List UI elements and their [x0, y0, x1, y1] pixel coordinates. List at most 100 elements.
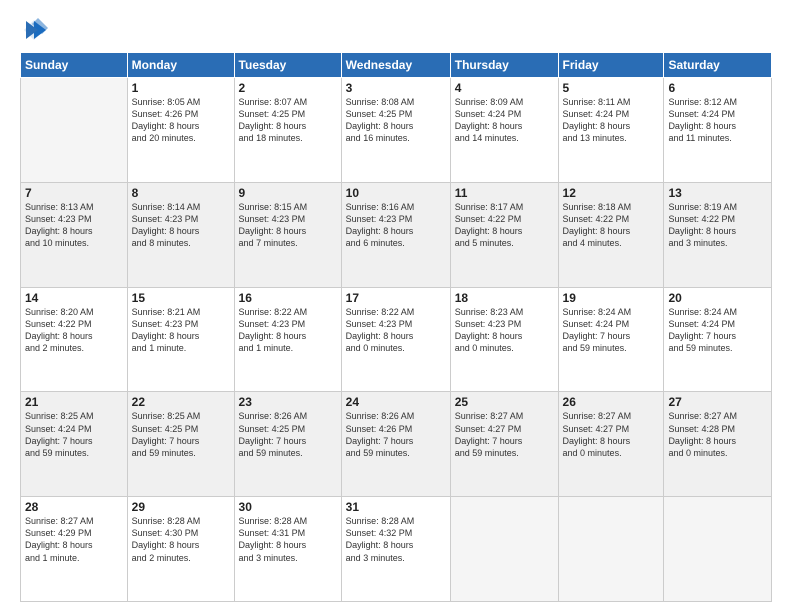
header: [20, 16, 772, 44]
calendar-cell: 13Sunrise: 8:19 AMSunset: 4:22 PMDayligh…: [664, 182, 772, 287]
day-number: 8: [132, 186, 230, 200]
week-row-1: 1Sunrise: 8:05 AMSunset: 4:26 PMDaylight…: [21, 78, 772, 183]
day-number: 23: [239, 395, 337, 409]
day-info: Sunrise: 8:23 AMSunset: 4:23 PMDaylight:…: [455, 306, 554, 355]
calendar-cell: 20Sunrise: 8:24 AMSunset: 4:24 PMDayligh…: [664, 287, 772, 392]
calendar-cell: 21Sunrise: 8:25 AMSunset: 4:24 PMDayligh…: [21, 392, 128, 497]
day-info: Sunrise: 8:24 AMSunset: 4:24 PMDaylight:…: [668, 306, 767, 355]
day-number: 16: [239, 291, 337, 305]
calendar-cell: 16Sunrise: 8:22 AMSunset: 4:23 PMDayligh…: [234, 287, 341, 392]
weekday-tuesday: Tuesday: [234, 53, 341, 78]
day-number: 6: [668, 81, 767, 95]
day-info: Sunrise: 8:27 AMSunset: 4:29 PMDaylight:…: [25, 515, 123, 564]
day-number: 28: [25, 500, 123, 514]
day-number: 29: [132, 500, 230, 514]
day-info: Sunrise: 8:28 AMSunset: 4:30 PMDaylight:…: [132, 515, 230, 564]
day-number: 2: [239, 81, 337, 95]
calendar-cell: [664, 497, 772, 602]
calendar-cell: 14Sunrise: 8:20 AMSunset: 4:22 PMDayligh…: [21, 287, 128, 392]
day-info: Sunrise: 8:22 AMSunset: 4:23 PMDaylight:…: [346, 306, 446, 355]
day-number: 13: [668, 186, 767, 200]
logo-icon: [20, 16, 48, 44]
day-info: Sunrise: 8:08 AMSunset: 4:25 PMDaylight:…: [346, 96, 446, 145]
calendar-cell: 29Sunrise: 8:28 AMSunset: 4:30 PMDayligh…: [127, 497, 234, 602]
day-number: 10: [346, 186, 446, 200]
calendar-cell: 5Sunrise: 8:11 AMSunset: 4:24 PMDaylight…: [558, 78, 664, 183]
week-row-3: 14Sunrise: 8:20 AMSunset: 4:22 PMDayligh…: [21, 287, 772, 392]
day-number: 22: [132, 395, 230, 409]
day-number: 5: [563, 81, 660, 95]
calendar-cell: 7Sunrise: 8:13 AMSunset: 4:23 PMDaylight…: [21, 182, 128, 287]
calendar-cell: [450, 497, 558, 602]
day-number: 26: [563, 395, 660, 409]
day-info: Sunrise: 8:19 AMSunset: 4:22 PMDaylight:…: [668, 201, 767, 250]
calendar-cell: 15Sunrise: 8:21 AMSunset: 4:23 PMDayligh…: [127, 287, 234, 392]
weekday-header: SundayMondayTuesdayWednesdayThursdayFrid…: [21, 53, 772, 78]
day-number: 11: [455, 186, 554, 200]
day-info: Sunrise: 8:26 AMSunset: 4:25 PMDaylight:…: [239, 410, 337, 459]
calendar-cell: 6Sunrise: 8:12 AMSunset: 4:24 PMDaylight…: [664, 78, 772, 183]
day-info: Sunrise: 8:11 AMSunset: 4:24 PMDaylight:…: [563, 96, 660, 145]
calendar-cell: 2Sunrise: 8:07 AMSunset: 4:25 PMDaylight…: [234, 78, 341, 183]
day-number: 18: [455, 291, 554, 305]
day-info: Sunrise: 8:14 AMSunset: 4:23 PMDaylight:…: [132, 201, 230, 250]
calendar-cell: 1Sunrise: 8:05 AMSunset: 4:26 PMDaylight…: [127, 78, 234, 183]
weekday-thursday: Thursday: [450, 53, 558, 78]
day-info: Sunrise: 8:26 AMSunset: 4:26 PMDaylight:…: [346, 410, 446, 459]
day-number: 30: [239, 500, 337, 514]
day-number: 3: [346, 81, 446, 95]
day-info: Sunrise: 8:20 AMSunset: 4:22 PMDaylight:…: [25, 306, 123, 355]
day-info: Sunrise: 8:05 AMSunset: 4:26 PMDaylight:…: [132, 96, 230, 145]
day-info: Sunrise: 8:27 AMSunset: 4:27 PMDaylight:…: [455, 410, 554, 459]
calendar-cell: 25Sunrise: 8:27 AMSunset: 4:27 PMDayligh…: [450, 392, 558, 497]
calendar-cell: 11Sunrise: 8:17 AMSunset: 4:22 PMDayligh…: [450, 182, 558, 287]
day-info: Sunrise: 8:09 AMSunset: 4:24 PMDaylight:…: [455, 96, 554, 145]
day-number: 17: [346, 291, 446, 305]
calendar-cell: 26Sunrise: 8:27 AMSunset: 4:27 PMDayligh…: [558, 392, 664, 497]
weekday-monday: Monday: [127, 53, 234, 78]
calendar-cell: [21, 78, 128, 183]
day-number: 21: [25, 395, 123, 409]
day-number: 14: [25, 291, 123, 305]
day-info: Sunrise: 8:28 AMSunset: 4:31 PMDaylight:…: [239, 515, 337, 564]
week-row-5: 28Sunrise: 8:27 AMSunset: 4:29 PMDayligh…: [21, 497, 772, 602]
day-number: 9: [239, 186, 337, 200]
day-info: Sunrise: 8:28 AMSunset: 4:32 PMDaylight:…: [346, 515, 446, 564]
day-info: Sunrise: 8:07 AMSunset: 4:25 PMDaylight:…: [239, 96, 337, 145]
day-number: 7: [25, 186, 123, 200]
day-number: 19: [563, 291, 660, 305]
day-info: Sunrise: 8:12 AMSunset: 4:24 PMDaylight:…: [668, 96, 767, 145]
week-row-2: 7Sunrise: 8:13 AMSunset: 4:23 PMDaylight…: [21, 182, 772, 287]
day-info: Sunrise: 8:21 AMSunset: 4:23 PMDaylight:…: [132, 306, 230, 355]
calendar-cell: 3Sunrise: 8:08 AMSunset: 4:25 PMDaylight…: [341, 78, 450, 183]
day-number: 27: [668, 395, 767, 409]
calendar-cell: 9Sunrise: 8:15 AMSunset: 4:23 PMDaylight…: [234, 182, 341, 287]
calendar-cell: 8Sunrise: 8:14 AMSunset: 4:23 PMDaylight…: [127, 182, 234, 287]
day-info: Sunrise: 8:27 AMSunset: 4:27 PMDaylight:…: [563, 410, 660, 459]
weekday-friday: Friday: [558, 53, 664, 78]
day-number: 12: [563, 186, 660, 200]
day-number: 20: [668, 291, 767, 305]
day-number: 25: [455, 395, 554, 409]
weekday-sunday: Sunday: [21, 53, 128, 78]
day-info: Sunrise: 8:25 AMSunset: 4:24 PMDaylight:…: [25, 410, 123, 459]
calendar-cell: 28Sunrise: 8:27 AMSunset: 4:29 PMDayligh…: [21, 497, 128, 602]
day-info: Sunrise: 8:27 AMSunset: 4:28 PMDaylight:…: [668, 410, 767, 459]
calendar-cell: 17Sunrise: 8:22 AMSunset: 4:23 PMDayligh…: [341, 287, 450, 392]
calendar-cell: 22Sunrise: 8:25 AMSunset: 4:25 PMDayligh…: [127, 392, 234, 497]
calendar-cell: 18Sunrise: 8:23 AMSunset: 4:23 PMDayligh…: [450, 287, 558, 392]
day-number: 15: [132, 291, 230, 305]
calendar-body: 1Sunrise: 8:05 AMSunset: 4:26 PMDaylight…: [21, 78, 772, 602]
day-number: 31: [346, 500, 446, 514]
calendar-cell: 27Sunrise: 8:27 AMSunset: 4:28 PMDayligh…: [664, 392, 772, 497]
calendar: SundayMondayTuesdayWednesdayThursdayFrid…: [20, 52, 772, 602]
day-info: Sunrise: 8:13 AMSunset: 4:23 PMDaylight:…: [25, 201, 123, 250]
day-info: Sunrise: 8:22 AMSunset: 4:23 PMDaylight:…: [239, 306, 337, 355]
day-info: Sunrise: 8:25 AMSunset: 4:25 PMDaylight:…: [132, 410, 230, 459]
calendar-cell: 31Sunrise: 8:28 AMSunset: 4:32 PMDayligh…: [341, 497, 450, 602]
calendar-cell: [558, 497, 664, 602]
weekday-wednesday: Wednesday: [341, 53, 450, 78]
day-info: Sunrise: 8:17 AMSunset: 4:22 PMDaylight:…: [455, 201, 554, 250]
day-number: 1: [132, 81, 230, 95]
weekday-saturday: Saturday: [664, 53, 772, 78]
